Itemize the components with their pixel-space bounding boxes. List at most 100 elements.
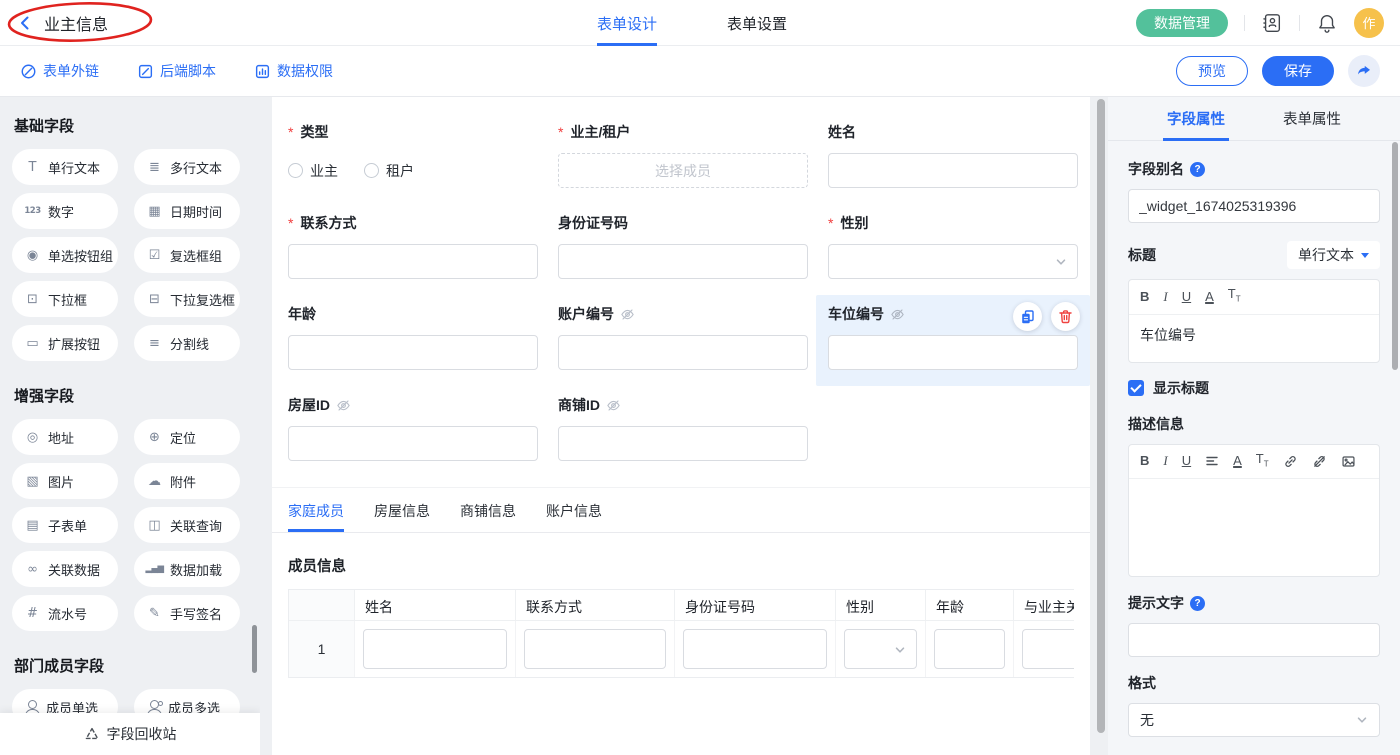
field-item-subform[interactable]: ▤子表单 (12, 507, 118, 543)
cell-select-gender[interactable] (844, 629, 917, 669)
subtab-shop-info[interactable]: 商铺信息 (460, 501, 516, 532)
cell-input-relation[interactable] (1022, 629, 1074, 669)
radio-tenant[interactable]: 租户 (364, 161, 414, 181)
subtab-house-info[interactable]: 房屋信息 (374, 501, 430, 532)
bold-button[interactable]: B (1140, 454, 1149, 468)
title-editor-content[interactable]: 车位编号 (1129, 315, 1379, 362)
field-item-multi-line-text[interactable]: ≣多行文本 (134, 149, 240, 185)
font-size-button[interactable]: TT (1228, 287, 1241, 307)
format-select[interactable]: 无 (1128, 703, 1380, 737)
field-item-extend-button[interactable]: ▭扩展按钮 (12, 325, 118, 361)
insert-image-button[interactable] (1341, 454, 1356, 469)
field-item-attachment[interactable]: ☁附件 (134, 463, 240, 499)
text-input[interactable] (828, 153, 1078, 188)
field-item-signature[interactable]: ✎手写签名 (134, 595, 240, 631)
tab-form-properties[interactable]: 表单属性 (1283, 97, 1341, 141)
field-recycle-bin[interactable]: 字段回收站 (0, 713, 260, 755)
field-item-single-line-text[interactable]: T单行文本 (12, 149, 118, 185)
field-item-data-load[interactable]: ▂▄▆数据加载 (134, 551, 240, 587)
sidebar-scrollbar[interactable] (252, 625, 257, 673)
field-account-no[interactable]: 账户编号 (558, 305, 808, 370)
gender-select[interactable] (828, 244, 1078, 279)
text-input[interactable] (558, 426, 808, 461)
backend-script-link[interactable]: 后端脚本 (137, 61, 216, 81)
back-icon[interactable] (16, 14, 34, 32)
field-item-address[interactable]: ◎地址 (12, 419, 118, 455)
field-id-number[interactable]: 身份证号码 (558, 214, 808, 279)
italic-button[interactable]: I (1163, 454, 1167, 468)
unlink-button[interactable] (1312, 454, 1327, 469)
cell-input-age[interactable] (934, 629, 1005, 669)
help-icon[interactable]: ? (1190, 162, 1205, 177)
underline-button[interactable]: U (1182, 454, 1191, 468)
radio-owner[interactable]: 业主 (288, 161, 338, 181)
cell-input-name[interactable] (363, 629, 507, 669)
font-color-button[interactable]: A (1205, 290, 1214, 304)
field-item-checkbox-group[interactable]: ☑复选框组 (134, 237, 240, 273)
form-external-link[interactable]: 表单外链 (20, 61, 99, 81)
preview-button[interactable]: 预览 (1176, 56, 1248, 86)
field-item-related-data[interactable]: ∞关联数据 (12, 551, 118, 587)
cell-input-contact[interactable] (524, 629, 666, 669)
alias-input[interactable] (1128, 189, 1380, 223)
field-item-locate[interactable]: ⊕定位 (134, 419, 240, 455)
text-input[interactable] (558, 244, 808, 279)
font-color-button[interactable]: A (1233, 454, 1242, 468)
eye-off-icon (336, 398, 351, 413)
link-button[interactable] (1283, 454, 1298, 469)
save-button[interactable]: 保存 (1262, 56, 1334, 86)
font-size-button[interactable]: TT (1256, 452, 1269, 472)
italic-button[interactable]: I (1163, 290, 1167, 304)
underline-button[interactable]: U (1182, 290, 1191, 304)
text-input[interactable] (558, 335, 808, 370)
tab-form-design[interactable]: 表单设计 (597, 0, 657, 46)
field-item-image[interactable]: ▧图片 (12, 463, 118, 499)
copy-field-button[interactable] (1013, 302, 1042, 331)
delete-field-button[interactable] (1051, 302, 1080, 331)
panel-scrollbar[interactable] (1392, 142, 1398, 370)
tab-field-properties[interactable]: 字段属性 (1167, 97, 1225, 141)
data-permission-link[interactable]: 数据权限 (254, 61, 333, 81)
field-shop-id[interactable]: 商铺ID (558, 396, 808, 461)
field-parking-no-selected[interactable]: 车位编号 (816, 295, 1090, 386)
cell-input-id-number[interactable] (683, 629, 827, 669)
notification-bell-icon[interactable] (1316, 12, 1338, 34)
eye-off-icon (620, 307, 635, 322)
field-item-radio-group[interactable]: ◉单选按钮组 (12, 237, 118, 273)
description-editor-content[interactable] (1129, 479, 1379, 576)
text-input[interactable] (288, 244, 538, 279)
subtab-family-members[interactable]: 家庭成员 (288, 501, 344, 532)
field-house-id[interactable]: 房屋ID (288, 396, 538, 461)
show-title-label: 显示标题 (1153, 378, 1209, 398)
field-age[interactable]: 年龄 (288, 305, 538, 370)
show-title-checkbox[interactable] (1128, 380, 1144, 396)
field-item-serial-number[interactable]: #流水号 (12, 595, 118, 631)
avatar[interactable]: 作 (1354, 8, 1384, 38)
align-button[interactable] (1205, 454, 1219, 468)
tab-form-settings[interactable]: 表单设置 (727, 0, 787, 46)
widget-type-dropdown[interactable]: 单行文本 (1287, 241, 1380, 269)
member-picker[interactable]: 选择成员 (558, 153, 808, 188)
field-type[interactable]: 类型 业主 租户 (288, 123, 538, 188)
field-contact[interactable]: 联系方式 (288, 214, 538, 279)
text-input[interactable] (828, 335, 1078, 370)
field-name[interactable]: 姓名 (828, 123, 1078, 188)
field-item-multi-dropdown[interactable]: ⊟下拉复选框 (134, 281, 240, 317)
data-manage-button[interactable]: 数据管理 (1136, 9, 1228, 37)
text-input[interactable] (288, 426, 538, 461)
field-gender[interactable]: 性别 (828, 214, 1078, 279)
field-item-divider-line[interactable]: ≡分割线 (134, 325, 240, 361)
contacts-icon[interactable] (1261, 12, 1283, 34)
share-button[interactable] (1348, 55, 1380, 87)
bold-button[interactable]: B (1140, 290, 1149, 304)
field-item-number[interactable]: 123数字 (12, 193, 118, 229)
field-item-dropdown[interactable]: ⊡下拉框 (12, 281, 118, 317)
field-item-related-query[interactable]: ◫关联查询 (134, 507, 240, 543)
text-input[interactable] (288, 335, 538, 370)
field-owner-tenant[interactable]: 业主/租户 选择成员 (558, 123, 808, 188)
subtab-account-info[interactable]: 账户信息 (546, 501, 602, 532)
canvas-scrollbar[interactable] (1097, 99, 1105, 733)
field-item-datetime[interactable]: ▦日期时间 (134, 193, 240, 229)
hint-input[interactable] (1128, 623, 1380, 657)
help-icon[interactable]: ? (1190, 596, 1205, 611)
